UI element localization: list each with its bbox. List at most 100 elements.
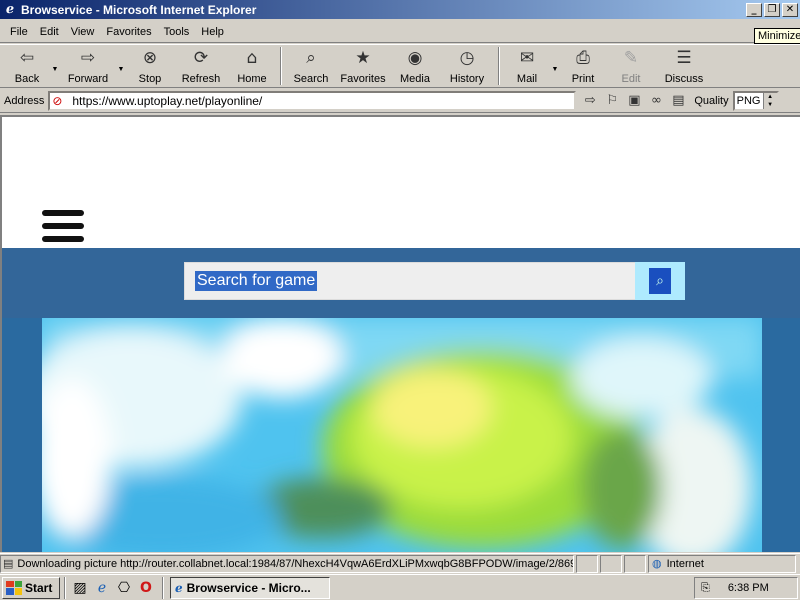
menu-edit[interactable]: Edit xyxy=(34,26,65,38)
status-text-panel: ▤ Downloading picture http://router.coll… xyxy=(0,554,574,573)
refresh-icon: ⟳ xyxy=(193,48,209,68)
taskbar-separator xyxy=(162,576,164,599)
game-search-input[interactable]: Search for game xyxy=(184,262,636,300)
download-page-icon: ▤ xyxy=(3,557,14,570)
print-label: Print xyxy=(571,73,595,85)
clipboard-icon[interactable]: ▤ xyxy=(668,91,688,111)
back-arrow-icon: ⇦ xyxy=(19,48,35,68)
zone-label: Internet xyxy=(666,557,704,570)
edit-button: ✎ Edit xyxy=(606,45,656,87)
network-tray-icon[interactable]: ⎘ xyxy=(701,581,710,595)
search-button[interactable]: ⌕ Search xyxy=(286,45,336,87)
edit-label: Edit xyxy=(621,73,641,85)
stop-button[interactable]: ⊗ Stop xyxy=(126,45,174,87)
address-url: https://www.uptoplay.net/playonline/ xyxy=(72,93,263,108)
insecure-page-icon: ⊘ xyxy=(52,93,63,108)
discuss-button[interactable]: ☰ Discuss xyxy=(656,45,712,87)
mail-icon: ✉ xyxy=(519,48,535,68)
go-arrow-icon[interactable]: ⇨ xyxy=(580,91,600,111)
menu-view[interactable]: View xyxy=(65,26,101,38)
print-button[interactable]: ⎙ Print xyxy=(560,45,606,87)
menu-help[interactable]: Help xyxy=(195,26,230,38)
mail-button[interactable]: ✉ Mail xyxy=(504,45,550,87)
menu-edit-label: Edit xyxy=(39,25,59,38)
hamburger-bar xyxy=(42,223,84,229)
opera-quicklaunch-icon[interactable]: O xyxy=(136,578,156,598)
ie-quicklaunch-icon[interactable]: ℯ xyxy=(92,578,112,598)
taskbar: Start ▨ ℯ ⎔ O ℯ Browservice - Micro... ⎘… xyxy=(0,574,800,600)
start-button[interactable]: Start xyxy=(2,576,60,599)
discuss-label: Discuss xyxy=(664,73,704,85)
quality-spinner[interactable]: ▲ ▼ xyxy=(762,92,777,109)
favorites-label: Favorites xyxy=(340,73,386,85)
favorites-button[interactable]: ★ Favorites xyxy=(336,45,390,87)
find-icon[interactable]: ∞ xyxy=(646,91,666,111)
hamburger-menu-icon[interactable] xyxy=(42,210,84,242)
toolbar-separator xyxy=(498,47,500,85)
menu-help-label: Help xyxy=(201,25,224,38)
menu-tools[interactable]: Tools xyxy=(158,26,196,38)
game-search-button[interactable]: ⌕ xyxy=(635,262,685,300)
window-controls: _ ❐ ✕ xyxy=(744,2,798,17)
home-icon: ⌂ xyxy=(246,48,258,68)
save-icon[interactable]: ▣ xyxy=(624,91,644,111)
site-header xyxy=(2,117,800,248)
home-button[interactable]: ⌂ Home xyxy=(228,45,276,87)
status-bar: ▤ Downloading picture http://router.coll… xyxy=(0,553,800,573)
back-button[interactable]: ⇦ Back xyxy=(4,45,50,87)
ie-window-icon[interactable]: ℯ xyxy=(2,2,18,18)
start-label: Start xyxy=(25,580,53,595)
forward-arrow-icon: ⇨ xyxy=(80,48,96,68)
quality-label: Quality xyxy=(694,94,729,107)
back-dropdown[interactable]: ▼ xyxy=(50,45,60,87)
clock: 6:38 PM xyxy=(727,582,769,594)
menu-favorites[interactable]: Favorites xyxy=(100,26,157,38)
security-zone: ◍ Internet xyxy=(648,554,796,573)
standard-toolbar: ⇦ Back ▼ ⇨ Forward ▼ ⊗ Stop ⟳ Refresh ⌂ … xyxy=(0,44,800,88)
quality-select[interactable]: PNG ▲ ▼ xyxy=(732,90,779,111)
minimize-tooltip: Minimize xyxy=(754,28,800,44)
search-label: Search xyxy=(293,73,329,85)
task-browservice[interactable]: ℯ Browservice - Micro... xyxy=(170,576,330,599)
back-label: Back xyxy=(14,73,40,85)
mail-label: Mail xyxy=(516,73,538,85)
favorites-icon: ★ xyxy=(355,48,371,68)
network-quicklaunch-icon[interactable]: ⎔ xyxy=(114,578,134,598)
search-icon: ⌕ xyxy=(306,48,316,68)
media-label: Media xyxy=(400,73,430,85)
refresh-button[interactable]: ⟳ Refresh xyxy=(174,45,228,87)
edit-icon: ✎ xyxy=(623,48,639,68)
mail-dropdown[interactable]: ▼ xyxy=(550,45,560,87)
address-label: Address xyxy=(4,94,45,107)
magnifier-icon: ⌕ xyxy=(649,268,671,294)
featured-game-band xyxy=(2,318,800,552)
show-desktop-icon[interactable]: ▨ xyxy=(70,578,90,598)
media-button[interactable]: ◉ Media xyxy=(390,45,440,87)
forward-dropdown[interactable]: ▼ xyxy=(116,45,126,87)
history-button[interactable]: ◷ History xyxy=(440,45,494,87)
menu-file-label: File xyxy=(10,25,28,38)
address-input[interactable]: ⊘ https://www.uptoplay.net/playonline/ xyxy=(48,90,577,111)
bookmark-icon[interactable]: ⚐ xyxy=(602,91,622,111)
search-band: Search for game ⌕ xyxy=(2,248,800,318)
menu-favorites-label: Favorites xyxy=(106,25,152,38)
menu-file[interactable]: File xyxy=(4,26,34,38)
address-bar: Address ⊘ https://www.uptoplay.net/playo… xyxy=(0,89,800,113)
toolbar-separator xyxy=(280,47,282,85)
menu-bar: File Edit View Favorites Tools Help xyxy=(0,21,800,43)
windows-logo-icon xyxy=(6,580,22,595)
hamburger-bar xyxy=(42,236,84,242)
stop-label: Stop xyxy=(138,73,162,85)
media-icon: ◉ xyxy=(407,48,423,68)
menu-tools-label: Tools xyxy=(163,25,190,38)
status-lock-cell xyxy=(600,554,622,573)
globe-icon: ◍ xyxy=(652,557,662,570)
restore-button[interactable]: ❐ xyxy=(764,2,780,17)
featured-game-image[interactable] xyxy=(42,318,762,552)
minimize-button[interactable]: _ xyxy=(746,2,762,17)
address-tools: ⇨ ⚐ ▣ ∞ ▤ xyxy=(580,91,688,111)
history-label: History xyxy=(449,73,485,85)
forward-button[interactable]: ⇨ Forward xyxy=(60,45,116,87)
status-extra-cell xyxy=(624,554,646,573)
close-button[interactable]: ✕ xyxy=(782,2,798,17)
